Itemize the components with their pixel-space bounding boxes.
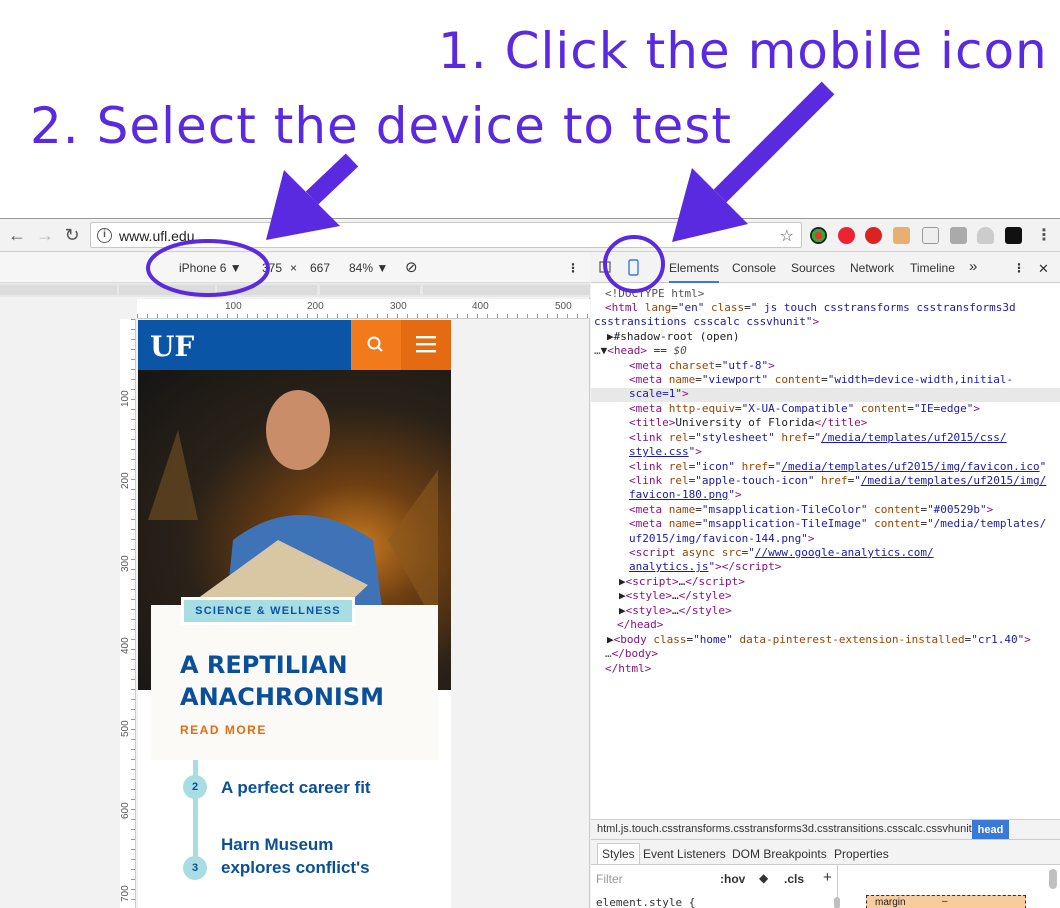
bookmark-star-icon[interactable]: ☆	[780, 226, 794, 246]
forward-icon[interactable]: →	[34, 224, 56, 246]
tab-dom-breakpoints[interactable]: DOM Breakpoints	[732, 847, 827, 861]
devtools-menu-icon[interactable]: ⋮	[1013, 261, 1025, 275]
ruler-left-label: 300	[120, 555, 131, 572]
dimension-times: ×	[290, 261, 298, 275]
device-emulation-pane: iPhone 6 ▼ 375 × 667 84% ▼ ⊘ ⋮ 100 200 3…	[0, 253, 590, 908]
device-height[interactable]: 667	[310, 261, 330, 275]
color-format-icon[interactable]: ◆	[759, 871, 768, 885]
dom-breadcrumb: html.js.touch.csstransforms.csstransform…	[591, 819, 1060, 840]
extension-color-icon[interactable]	[810, 227, 827, 244]
uf-logo[interactable]: UF	[150, 330, 194, 363]
story-number: 3	[183, 856, 207, 880]
ruler-left-label: 700	[120, 885, 131, 902]
close-icon[interactable]: ✕	[1038, 261, 1049, 277]
read-more-link[interactable]: READ MORE	[180, 723, 267, 737]
ruler-left-label: 600	[120, 802, 131, 819]
reload-icon[interactable]: ↻	[61, 224, 83, 246]
styles-pane: Filter :hov ◆ .cls + element.style { }	[591, 865, 841, 908]
tab-styles[interactable]: Styles	[597, 843, 640, 865]
document-icon[interactable]	[922, 227, 939, 244]
hover-state-button[interactable]: :hov	[720, 872, 745, 886]
story-link[interactable]: Harn Museum explores conflict's	[221, 833, 370, 879]
inspect-element-icon[interactable]	[599, 260, 613, 276]
ruler-top-label: 300	[390, 301, 407, 312]
ruler-top-label: 400	[472, 301, 489, 312]
box-model-margin[interactable]: margin –	[866, 895, 1026, 908]
search-icon	[367, 336, 383, 352]
ruler-top-label: 200	[307, 301, 324, 312]
device-toolbar: iPhone 6 ▼ 375 × 667 84% ▼ ⊘ ⋮	[0, 253, 590, 283]
dom-tree[interactable]: <!DOCTYPE html> <html lang="en" class=" …	[591, 283, 1060, 803]
story-number: 2	[183, 775, 207, 799]
pinterest-icon[interactable]	[865, 227, 882, 244]
hamburger-icon	[416, 336, 436, 353]
mobile-device-icon[interactable]	[627, 259, 641, 277]
ruler-left: 100 200 300 400 500 600 700	[120, 319, 136, 908]
devtools-panel: Elements Console Sources Network Timelin…	[591, 253, 1060, 908]
device-select[interactable]: iPhone 6 ▼	[179, 261, 242, 275]
tab-sources[interactable]: Sources	[791, 261, 835, 275]
tab-network[interactable]: Network	[850, 261, 894, 275]
story-title-line: Harn Museum	[221, 835, 334, 854]
ruler-left-label: 200	[120, 472, 131, 489]
device-more-icon[interactable]: ⋮	[567, 261, 579, 275]
headline-line: A REPTILIAN	[180, 651, 348, 679]
cloud-icon[interactable]	[977, 227, 994, 244]
tab-timeline[interactable]: Timeline	[910, 261, 955, 275]
story-link[interactable]: A perfect career fit	[221, 776, 371, 799]
tab-console[interactable]: Console	[732, 261, 776, 275]
class-button[interactable]: .cls	[784, 872, 804, 886]
rotate-icon[interactable]: ⊘	[405, 258, 418, 276]
annotation-step-1: 1. Click the mobile icon	[438, 22, 1048, 80]
ruler-left-label: 100	[120, 390, 131, 407]
extension-face-icon[interactable]	[893, 227, 910, 244]
devtools-tab-bar: Elements Console Sources Network Timelin…	[591, 253, 1060, 283]
arrow-to-mobile-icon	[713, 81, 835, 203]
element-style-rule[interactable]: element.style {	[596, 896, 695, 908]
breadcrumb-head[interactable]: head	[972, 820, 1009, 840]
tab-properties[interactable]: Properties	[834, 847, 889, 861]
extension-b-icon[interactable]	[1005, 227, 1022, 244]
browser-toolbar: ← → ↻ i www.ufl.edu ☆ ⋮	[0, 219, 1060, 252]
box-margin-value: –	[942, 896, 948, 907]
feature-headline[interactable]: A REPTILIAN ANACHRONISM	[180, 649, 430, 713]
styles-filter-input[interactable]: Filter	[596, 872, 623, 886]
story-title-line: explores conflict's	[221, 858, 370, 877]
device-width[interactable]: 375	[262, 261, 282, 275]
zoom-select[interactable]: 84% ▼	[349, 261, 388, 275]
tab-event-listeners[interactable]: Event Listeners	[643, 847, 726, 861]
address-bar[interactable]: i www.ufl.edu ☆	[90, 222, 802, 248]
styles-scrollbar[interactable]	[1049, 869, 1057, 889]
site-search-button[interactable]	[351, 320, 401, 370]
site-menu-button[interactable]	[401, 320, 451, 370]
headline-line: ANACHRONISM	[180, 683, 384, 711]
new-rule-button[interactable]: +	[823, 869, 832, 886]
browser-window: ← → ↻ i www.ufl.edu ☆ ⋮ iPhone 6 ▼ 375 ×…	[0, 218, 1060, 908]
info-icon[interactable]: i	[97, 228, 112, 243]
ruler-left-label: 500	[120, 720, 131, 737]
ruler-top-label: 100	[225, 301, 242, 312]
styles-inner-scrollbar[interactable]	[834, 897, 840, 908]
chrome-menu-icon[interactable]: ⋮	[1036, 225, 1052, 245]
annotation-step-2: 2. Select the device to test	[30, 97, 732, 155]
ruler-left-label: 400	[120, 637, 131, 654]
emulated-viewport: UF SCIENCE & WELLNESS A REPTILIAN ANACHR…	[138, 320, 451, 908]
ruler-top-label: 500	[555, 301, 572, 312]
media-query-bar[interactable]	[0, 283, 590, 297]
arrow-to-device-select	[305, 153, 359, 205]
breadcrumb-html[interactable]: html.js.touch.csstransforms.csstransform…	[597, 823, 972, 835]
extension-opera-icon[interactable]	[838, 227, 855, 244]
extension-gray-icon[interactable]	[950, 227, 967, 244]
styles-tab-bar: Styles Event Listeners DOM Breakpoints P…	[591, 839, 1060, 865]
address-url: www.ufl.edu	[119, 228, 195, 244]
tab-elements[interactable]: Elements	[669, 261, 720, 283]
more-tabs-icon[interactable]: »	[969, 258, 977, 275]
category-badge[interactable]: SCIENCE & WELLNESS	[181, 597, 355, 625]
box-margin-label: margin	[875, 897, 906, 908]
back-icon[interactable]: ←	[6, 224, 28, 246]
ruler-top: 100 200 300 400 500	[137, 299, 590, 319]
